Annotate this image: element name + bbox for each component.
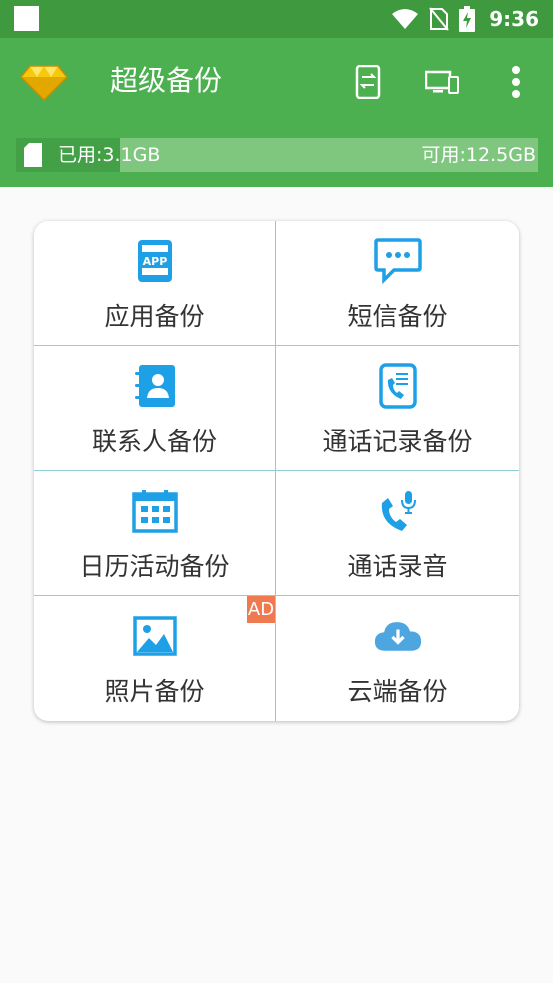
grid-item-label: 日历活动备份 xyxy=(79,552,230,581)
cloud-download-icon xyxy=(374,612,422,660)
calendar-icon xyxy=(131,487,179,535)
devices-icon xyxy=(425,70,459,94)
sms-backup-item[interactable]: 短信备份 xyxy=(276,221,519,346)
more-options-button[interactable] xyxy=(496,62,536,102)
ad-badge: AD xyxy=(247,596,275,623)
call-recording-icon xyxy=(374,487,422,535)
sms-icon xyxy=(373,237,422,285)
grid-item-label: 应用备份 xyxy=(104,302,205,331)
status-icons: 9:36 xyxy=(391,0,539,38)
diamond-logo-icon[interactable] xyxy=(20,62,68,102)
storage-section: 已用:3.1GB 可用:12.5GB xyxy=(0,124,553,187)
backup-menu-card: APP 应用备份 短信备份 联系人备份 通话记录备份 日历活动备份 通话录音 A… xyxy=(34,221,519,721)
notification-icon xyxy=(14,6,39,31)
storage-free-label: 可用:12.5GB xyxy=(421,144,536,166)
storage-bar: 已用:3.1GB 可用:12.5GB xyxy=(16,138,538,172)
photo-backup-item[interactable]: AD 照片备份 xyxy=(34,596,276,721)
app-bar: 超级备份 xyxy=(0,38,553,124)
app-icon: APP xyxy=(131,237,179,285)
sd-card-icon xyxy=(24,143,42,167)
devices-button[interactable] xyxy=(422,62,462,102)
battery-charging-icon xyxy=(459,6,476,32)
app-backup-item[interactable]: APP 应用备份 xyxy=(34,221,276,346)
grid-item-label: 短信备份 xyxy=(347,302,448,331)
grid-item-label: 照片备份 xyxy=(104,677,205,706)
transfer-button[interactable] xyxy=(348,62,388,102)
app-title: 超级备份 xyxy=(110,64,223,97)
storage-used-label: 已用:3.1GB xyxy=(58,144,161,166)
more-vert-icon xyxy=(512,66,520,98)
no-sim-icon xyxy=(429,7,450,31)
wifi-icon xyxy=(392,9,419,29)
call-log-icon xyxy=(374,362,422,410)
svg-text:APP: APP xyxy=(142,255,167,268)
grid-item-label: 通话记录备份 xyxy=(322,427,473,456)
photo-icon xyxy=(131,612,179,660)
clock: 9:36 xyxy=(489,7,539,31)
calendar-backup-item[interactable]: 日历活动备份 xyxy=(34,471,276,596)
call-log-backup-item[interactable]: 通话记录备份 xyxy=(276,346,519,471)
grid-item-label: 云端备份 xyxy=(347,677,448,706)
grid-item-label: 联系人备份 xyxy=(91,427,217,456)
contacts-icon xyxy=(131,362,179,410)
cloud-backup-item[interactable]: 云端备份 xyxy=(276,596,519,721)
phone-transfer-icon xyxy=(355,65,381,99)
status-bar: 9:36 xyxy=(0,0,553,38)
call-recording-item[interactable]: 通话录音 xyxy=(276,471,519,596)
contacts-backup-item[interactable]: 联系人备份 xyxy=(34,346,276,471)
grid-item-label: 通话录音 xyxy=(347,552,448,581)
